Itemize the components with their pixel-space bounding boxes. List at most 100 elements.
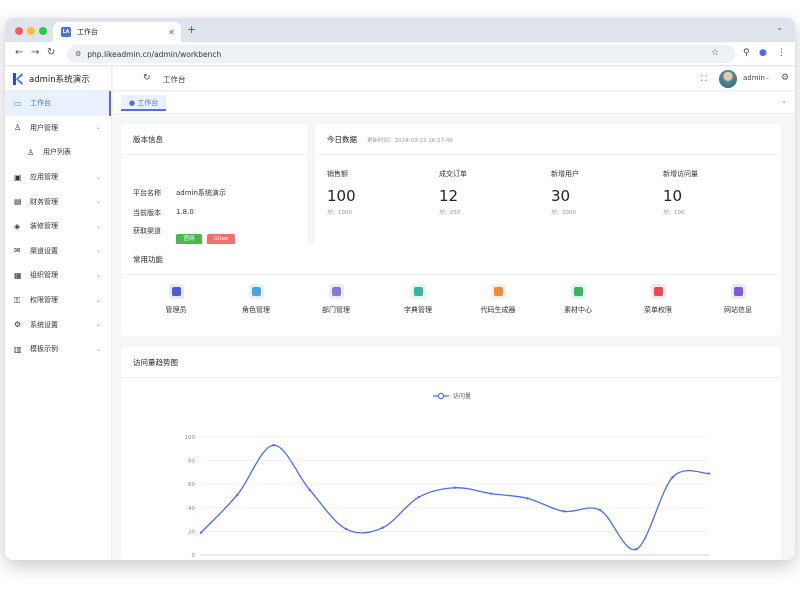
code-generator-icon <box>490 284 506 299</box>
material-icon <box>570 284 586 299</box>
function-label: 网站信息 <box>724 306 752 314</box>
forward-icon[interactable]: → <box>31 47 39 58</box>
bookmark-star-icon[interactable]: ☆ <box>711 48 719 58</box>
chevron-down-icon: ⌄ <box>95 124 101 132</box>
maximize-window-button[interactable] <box>39 27 47 35</box>
sidebar-item[interactable]: ▣ 应用管理 ⌄ <box>5 165 111 190</box>
stat-total: 总：3000 <box>551 210 576 216</box>
sidebar-item[interactable]: ▭ 工作台 <box>5 91 111 116</box>
data-point <box>598 508 602 512</box>
y-tick-label: 80 <box>188 459 195 465</box>
role-icon <box>248 284 264 299</box>
tab-search-icon[interactable]: ⌄ <box>776 23 783 32</box>
visit-trend-card: 访问量趋势图 访问量 0204060801002024/03/082024/03… <box>121 347 781 560</box>
user-icon: ♙ <box>27 147 35 157</box>
function-item[interactable]: 部门管理 <box>301 284 371 315</box>
function-item[interactable]: 字典管理 <box>383 284 453 315</box>
sidebar-item[interactable]: ⚿ 权限管理 ⌄ <box>5 288 111 313</box>
stat-item: 成交订单 12 总：255 <box>439 169 549 216</box>
card-title: 常用功能 <box>133 255 163 264</box>
user-name[interactable]: admin <box>743 74 765 82</box>
function-label: 代码生成器 <box>480 306 516 314</box>
sidebar-item-label: 应用管理 <box>30 173 58 182</box>
icon-glyph <box>171 287 181 296</box>
card-title: 版本信息 <box>133 135 163 144</box>
sidebar-item[interactable]: ▦ 组织管理 ⌄ <box>5 263 111 288</box>
reload-icon[interactable]: ↻ <box>47 47 55 58</box>
chevron-down-icon[interactable]: ⌄ <box>765 74 770 81</box>
card-title: 今日数据 <box>327 135 357 144</box>
sidebar-item[interactable]: ▥ 模板示例 ⌄ <box>5 337 111 362</box>
divider <box>121 154 307 155</box>
page-tab-label: 工作台 <box>137 99 159 107</box>
icon-glyph <box>251 287 261 296</box>
function-item[interactable]: 角色管理 <box>221 284 291 315</box>
browser-menu-icon[interactable]: ⋮ <box>777 48 786 58</box>
sidebar-item-label: 权限管理 <box>30 296 58 305</box>
function-item[interactable]: 代码生成器 <box>463 284 533 315</box>
user-icon: ♙ <box>14 123 22 133</box>
icon-glyph <box>493 287 503 296</box>
data-point <box>381 526 384 530</box>
fullscreen-icon[interactable]: ⛶ <box>701 74 707 84</box>
menu-permission-icon <box>650 284 666 299</box>
sidebar-item[interactable]: ✉ 渠道设置 ⌄ <box>5 239 111 264</box>
stat-value: 12 <box>439 187 459 205</box>
browser-tab-bar: LA 工作台 ✕ + ⌄ <box>5 18 795 42</box>
refresh-icon[interactable]: ↻ <box>143 73 151 83</box>
chevron-down-icon: ⌄ <box>95 173 101 181</box>
sidebar-item[interactable]: ♙ 用户列表 <box>5 140 111 165</box>
chevron-down-icon[interactable]: ⌄ <box>781 97 787 105</box>
channel-label: 获取渠道 <box>133 227 161 235</box>
logo[interactable]: admin系统演示 <box>5 67 111 91</box>
function-label: 管理员 <box>165 306 187 314</box>
today-data-card: 今日数据 更新时间：2024-03-22 16:17:46 销售额 100 总：10… <box>315 124 781 253</box>
y-tick-label: 100 <box>185 435 196 441</box>
version-value: 1.8.0 <box>176 208 194 216</box>
version-card: 版本信息 平台名称 admin系统演示 当前版本 1.8.0 获取渠道 官网 G… <box>121 124 307 253</box>
function-item[interactable]: 网站信息 <box>703 284 773 315</box>
lock-icon: ⚿ <box>14 295 21 305</box>
function-item[interactable]: 菜单权限 <box>623 284 693 315</box>
function-item[interactable]: 管理员 <box>141 284 211 315</box>
version-label: 当前版本 <box>133 209 161 217</box>
gear-icon[interactable]: ⚙ <box>781 73 789 83</box>
sidebar-item-label: 组织管理 <box>30 271 58 280</box>
address-bar[interactable]: ⚙ php.likeadmin.cn/admin/workbench <box>67 45 735 63</box>
wallet-icon: ▤ <box>14 197 22 207</box>
app-icon: ▣ <box>14 172 22 182</box>
sidebar-item-label: 工作台 <box>30 99 51 108</box>
stat-total: 总：1000 <box>327 210 352 216</box>
site-info-icon[interactable]: ⚙ <box>75 50 81 58</box>
logo-text: admin系统演示 <box>29 74 90 85</box>
close-window-button[interactable] <box>15 27 23 35</box>
avatar[interactable] <box>719 70 737 88</box>
extensions-icon[interactable]: ⚲ <box>743 48 750 58</box>
back-icon[interactable]: ← <box>15 47 23 58</box>
browser-tab-title: 工作台 <box>77 28 98 36</box>
function-item[interactable]: 素材中心 <box>543 284 613 315</box>
sidebar-item[interactable]: ♙ 用户管理 ⌄ <box>5 116 111 141</box>
data-point <box>417 495 420 499</box>
sidebar-item[interactable]: ⚙ 系统设置 ⌄ <box>5 312 111 337</box>
sidebar-item[interactable]: ▤ 财务管理 ⌄ <box>5 189 111 214</box>
minimize-window-button[interactable] <box>27 27 35 35</box>
stat-total: 总：255 <box>439 210 461 216</box>
data-point <box>707 472 711 475</box>
icon-glyph <box>413 287 423 296</box>
close-tab-icon[interactable]: ✕ <box>168 28 175 37</box>
y-tick-label: 40 <box>188 506 195 512</box>
sidebar-item-label: 用户管理 <box>30 123 58 132</box>
visit-trend-chart: 0204060801002024/03/082024/03/102024/03/… <box>185 435 711 559</box>
profile-icon[interactable]: ● <box>759 48 767 58</box>
page-tab-strip: ● 工作台 ⌄ <box>113 92 795 114</box>
new-tab-icon[interactable]: + <box>187 23 196 36</box>
page-tab-workbench[interactable]: ● 工作台 <box>121 95 167 111</box>
icon-glyph <box>653 287 663 296</box>
url-text: php.likeadmin.cn/admin/workbench <box>87 49 222 59</box>
data-point <box>272 444 275 447</box>
department-icon <box>328 284 344 299</box>
browser-tab[interactable]: LA 工作台 ✕ <box>53 22 181 42</box>
sidebar-item[interactable]: ◈ 装修管理 ⌄ <box>5 214 111 239</box>
sidebar: admin系统演示 ▭ 工作台 ♙ 用户管理 ⌄ ♙ 用户列表 ▣ 应用管理 ⌄ ▤ 财务管理 ⌄ ◈ 装修… <box>5 67 112 560</box>
